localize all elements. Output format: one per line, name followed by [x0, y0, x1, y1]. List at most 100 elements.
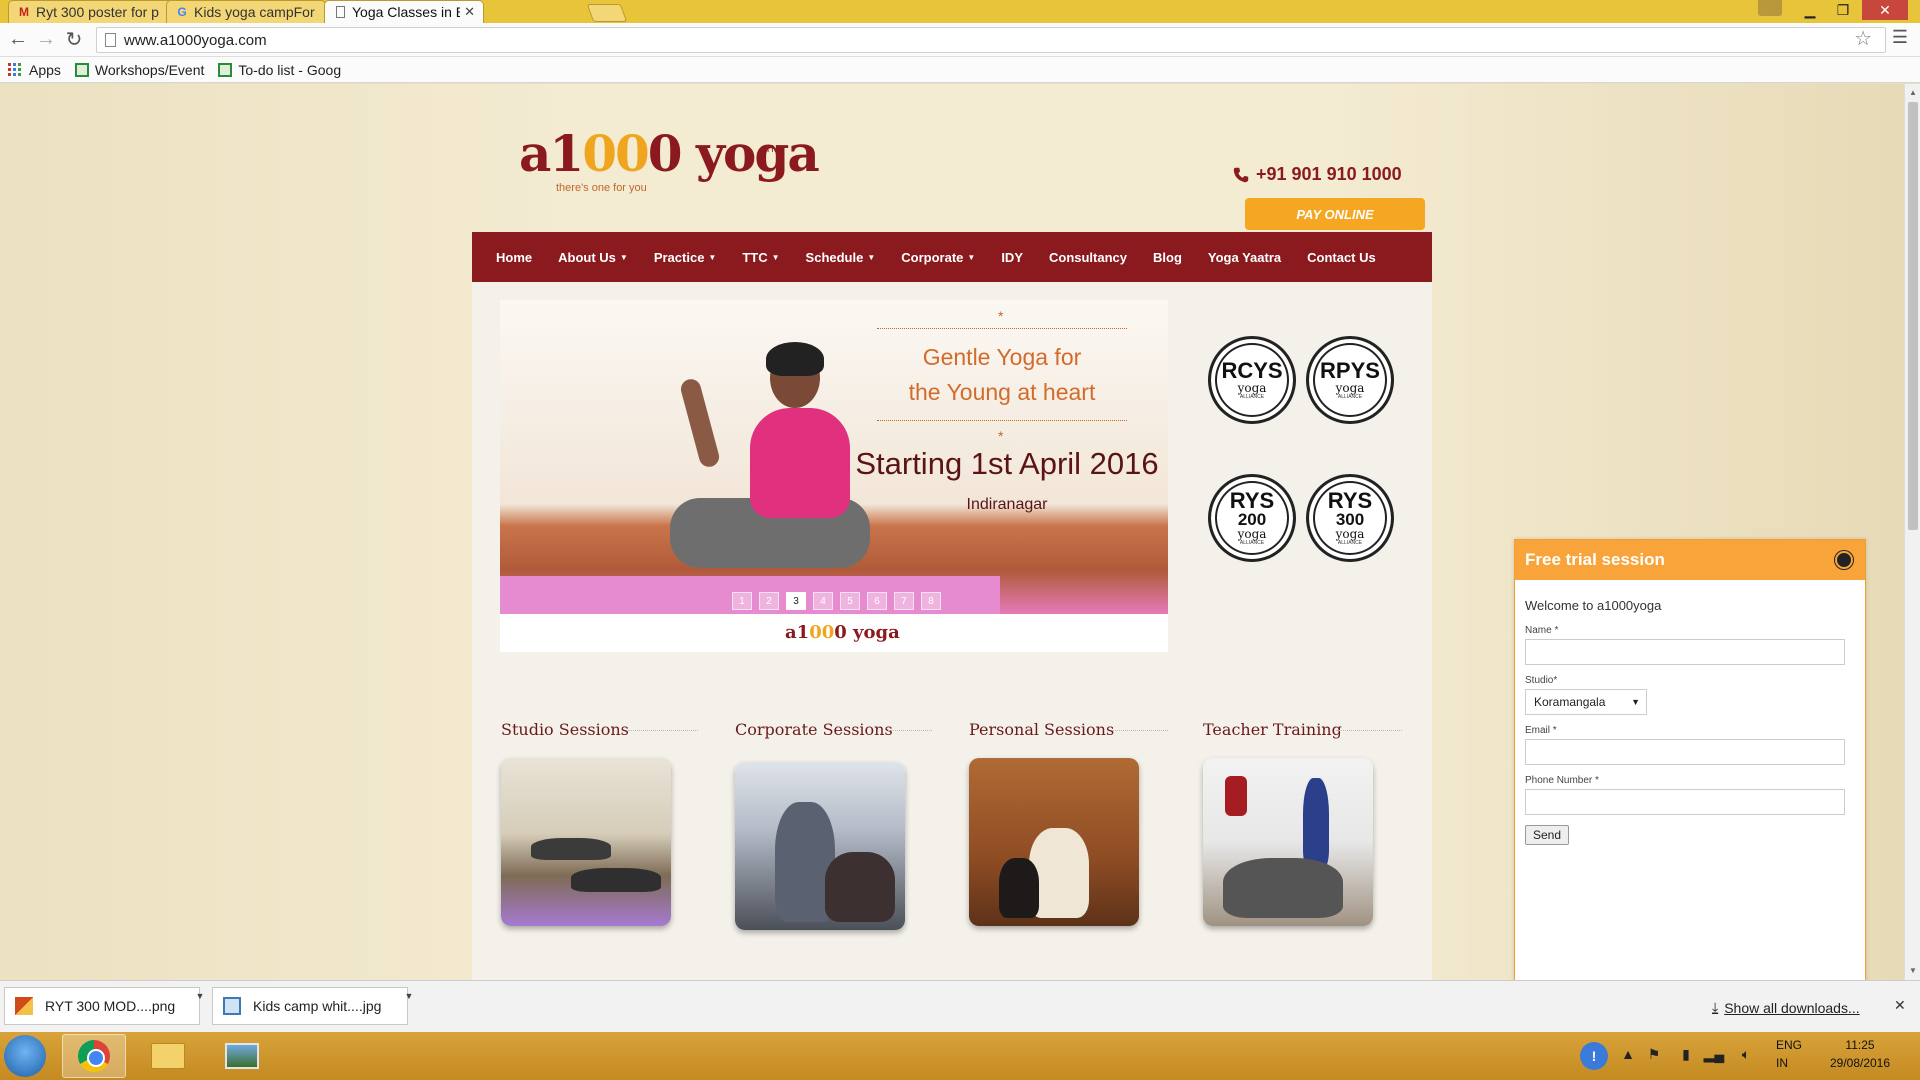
tab-strip: M Ryt 300 poster for p G Kids yoga campF…	[0, 0, 1920, 23]
taskbar-file-explorer[interactable]	[136, 1034, 200, 1078]
language-indicator[interactable]: ENG IN	[1776, 1038, 1802, 1070]
bookmark-todo[interactable]: To-do list - Goog	[218, 62, 341, 78]
vertical-scrollbar[interactable]: ▲ ▼	[1904, 84, 1920, 980]
pager-dot[interactable]: 7	[894, 592, 914, 610]
personal-sessions-image[interactable]	[969, 758, 1139, 926]
pager-dot[interactable]: 5	[840, 592, 860, 610]
volume-icon[interactable]: 🔈︎	[1738, 1046, 1754, 1062]
pager-dot[interactable]: 2	[759, 592, 779, 610]
minimize-button[interactable]: ▁	[1795, 0, 1825, 20]
pager-dot[interactable]: 1	[732, 592, 752, 610]
nav-blog[interactable]: Blog	[1153, 250, 1182, 265]
nav-contact-us[interactable]: Contact Us	[1307, 250, 1376, 265]
nav-ttc[interactable]: TTC ▼	[742, 250, 779, 265]
download-options-icon[interactable]: ▼	[193, 987, 207, 1025]
free-trial-title: Free trial session	[1525, 550, 1665, 569]
minimize-widget-icon[interactable]	[1835, 551, 1853, 569]
slide-start-date: Starting 1st April 2016	[855, 446, 1159, 481]
nav-consultancy[interactable]: Consultancy	[1049, 250, 1127, 265]
notification-app-icon[interactable]: !	[1580, 1042, 1608, 1070]
bookmark-workshops[interactable]: Workshops/Event	[74, 61, 205, 78]
bookmark-star-icon[interactable]: ☆	[1854, 26, 1872, 51]
bookmark-apps[interactable]: Apps	[8, 62, 61, 78]
user-profile-icon[interactable]	[1758, 0, 1782, 16]
address-bar[interactable]: www.a1000yoga.com	[96, 27, 1886, 53]
forward-button[interactable]: →	[34, 27, 58, 51]
nav-idy[interactable]: IDY	[1001, 250, 1023, 265]
sheets-icon	[74, 62, 89, 77]
free-trial-header[interactable]: Free trial session	[1515, 540, 1865, 580]
name-field[interactable]	[1525, 639, 1845, 665]
tab-yoga-classes[interactable]: Yoga Classes in Bang ✕	[324, 0, 484, 23]
restore-button[interactable]: ❐	[1828, 0, 1858, 20]
studio-select[interactable]: Koramangala ▼	[1525, 689, 1647, 715]
send-button[interactable]: Send	[1525, 825, 1570, 845]
chrome-menu-icon[interactable]: ☰	[1892, 27, 1908, 48]
pager-dot[interactable]: 4	[813, 592, 833, 610]
dropdown-arrow-icon: ▼	[1631, 697, 1640, 707]
reload-button[interactable]: ↻	[62, 27, 86, 51]
phone-field[interactable]	[1525, 789, 1845, 815]
back-button[interactable]: ←	[6, 27, 30, 51]
close-window-button[interactable]: ✕	[1862, 0, 1908, 20]
close-shelf-icon[interactable]: ✕	[1894, 997, 1906, 1014]
logo-tagline: there's one for you	[556, 182, 647, 194]
rcys-badge: RCYS yoga ALLIANCE	[1208, 336, 1296, 424]
network-signal-icon[interactable]: ▂▄	[1704, 1046, 1725, 1062]
download-item[interactable]: RYT 300 MOD....png	[4, 987, 200, 1025]
tab-label: Yoga Classes in Bang	[352, 4, 460, 20]
section-title-teacher[interactable]: Teacher Training	[1203, 720, 1342, 739]
power-icon[interactable]: ▮	[1678, 1046, 1694, 1062]
tab-gmail[interactable]: M Ryt 300 poster for p	[8, 0, 173, 23]
image-file-icon	[223, 997, 241, 1015]
phone-number[interactable]: +91 901 910 1000	[1232, 164, 1402, 185]
nav-practice[interactable]: Practice ▼	[654, 250, 717, 265]
hero-slider[interactable]: * Gentle Yoga for the Young at heart * S…	[500, 300, 1168, 652]
bookmark-label: To-do list - Goog	[238, 61, 342, 78]
show-all-downloads-link[interactable]: ⤓ Show all downloads...	[1712, 999, 1860, 1016]
pager-dot[interactable]: 8	[921, 592, 941, 610]
pager-dot[interactable]: 6	[867, 592, 887, 610]
phone-icon	[1233, 167, 1249, 182]
nav-corporate[interactable]: Corporate ▼	[901, 250, 975, 265]
nav-about-us[interactable]: About Us ▼	[558, 250, 628, 265]
taskbar-chrome[interactable]	[62, 1034, 126, 1078]
download-item[interactable]: Kids camp whit....jpg	[212, 987, 408, 1025]
gmail-icon: M	[19, 5, 29, 19]
system-clock[interactable]: 11:25 29/08/2016	[1818, 1038, 1902, 1070]
action-center-flag-icon[interactable]: ⚑	[1646, 1046, 1662, 1062]
taskbar-photo-viewer[interactable]	[210, 1034, 274, 1078]
email-field[interactable]	[1525, 739, 1845, 765]
bookmark-label: Workshops/Event	[94, 61, 205, 78]
clock-date: 29/08/2016	[1829, 1056, 1891, 1070]
download-options-icon[interactable]: ▼	[402, 987, 416, 1025]
pager-dot-active[interactable]: 3	[786, 592, 806, 610]
pdf-image-icon	[15, 997, 33, 1015]
section-title-corporate[interactable]: Corporate Sessions	[735, 720, 893, 739]
teacher-training-image[interactable]	[1203, 758, 1373, 926]
scrollbar-thumb[interactable]	[1908, 102, 1918, 530]
scroll-up-icon[interactable]: ▲	[1909, 88, 1917, 97]
studio-sessions-image[interactable]	[501, 758, 671, 926]
corporate-sessions-image[interactable]	[735, 762, 905, 930]
close-tab-icon[interactable]: ✕	[464, 4, 475, 20]
download-icon: ⤓	[1712, 999, 1719, 1015]
nav-home[interactable]: Home	[496, 250, 532, 265]
start-button[interactable]	[4, 1035, 46, 1077]
name-label: Name *	[1525, 625, 1559, 636]
scroll-down-icon[interactable]: ▼	[1909, 966, 1917, 975]
download-shelf: RYT 300 MOD....png ▼ Kids camp whit....j…	[0, 980, 1920, 1032]
section-title-studio[interactable]: Studio Sessions	[501, 720, 629, 739]
show-hidden-icons-icon[interactable]: ▲	[1620, 1046, 1636, 1062]
section-title-personal[interactable]: Personal Sessions	[969, 720, 1114, 739]
windows-taskbar: ! ▲ ⚑ ▮ ▂▄ 🔈︎ ENG IN 11:25 29/08/2016	[0, 1032, 1920, 1080]
new-tab-button[interactable]	[586, 4, 628, 22]
pay-online-button[interactable]: PAY ONLINE	[1245, 198, 1425, 230]
studio-selected-value: Koramangala	[1534, 695, 1606, 709]
studio-label: Studio*	[1525, 675, 1558, 686]
nav-yoga-yaatra[interactable]: Yoga Yaatra	[1208, 250, 1281, 265]
apps-icon	[8, 63, 21, 76]
tab-google[interactable]: G Kids yoga campFor k	[166, 0, 326, 23]
nav-schedule[interactable]: Schedule ▼	[806, 250, 876, 265]
email-label: Email *	[1525, 725, 1557, 736]
